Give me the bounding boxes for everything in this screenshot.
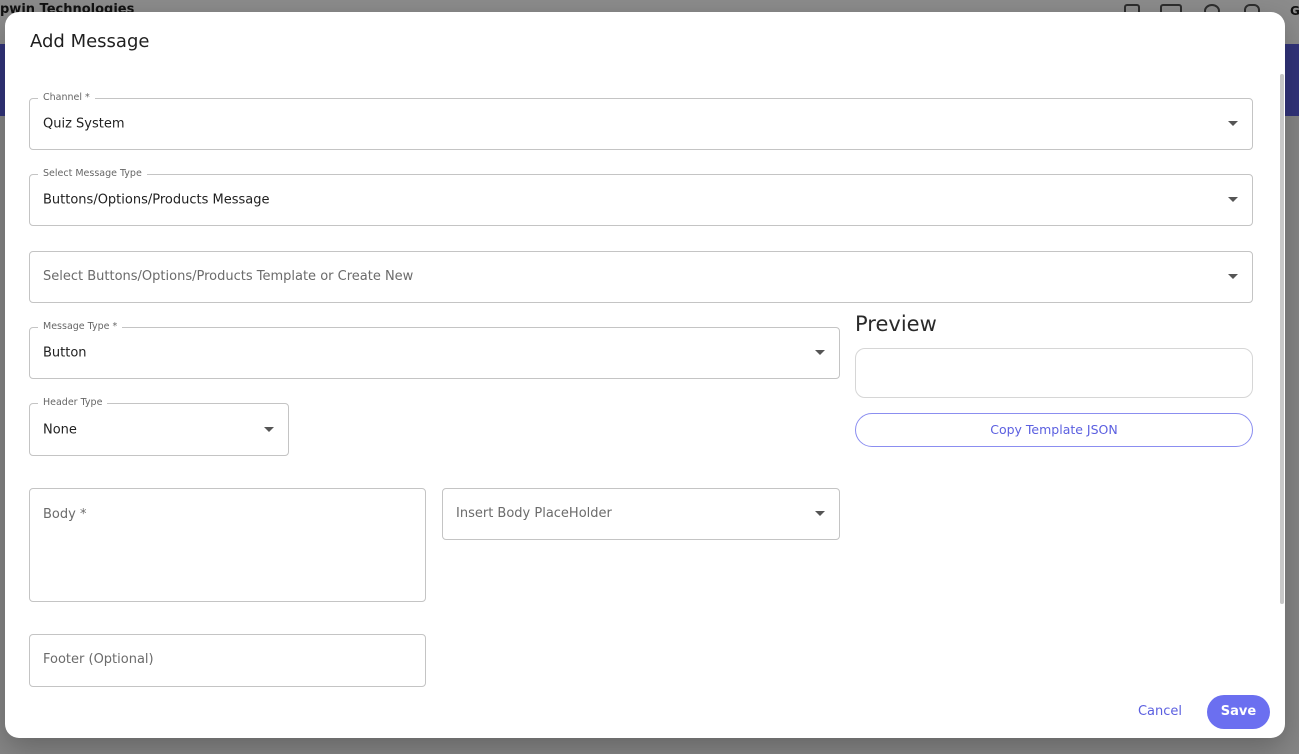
message-type-category-select[interactable]: Select Message Type Buttons/Options/Prod…: [29, 168, 1253, 226]
dropdown-caret-icon: [264, 426, 274, 432]
header-type-select[interactable]: Header Type None: [29, 397, 289, 456]
channel-value: Quiz System: [43, 116, 125, 132]
message-type-label: Message Type *: [38, 321, 123, 333]
dialog-scrollbar-thumb[interactable]: [1280, 74, 1284, 604]
footer-input[interactable]: Footer (Optional): [29, 634, 426, 687]
add-message-dialog: Add Message Channel * Quiz System Select…: [5, 12, 1285, 738]
message-type-select[interactable]: Message Type * Button: [29, 321, 840, 379]
insert-body-placeholder-select[interactable]: Insert Body PlaceHolder: [442, 488, 840, 540]
preview-title: Preview: [855, 312, 937, 336]
cancel-button[interactable]: Cancel: [1127, 698, 1193, 726]
dropdown-caret-icon: [1228, 274, 1238, 279]
message-type-value: Button: [43, 345, 87, 361]
insert-body-placeholder-text: Insert Body PlaceHolder: [456, 506, 612, 521]
save-button[interactable]: Save: [1207, 695, 1270, 729]
dropdown-caret-icon: [1228, 121, 1238, 126]
copy-template-json-button[interactable]: Copy Template JSON: [855, 413, 1253, 447]
body-textarea[interactable]: Body *: [29, 488, 426, 602]
channel-label: Channel *: [38, 92, 95, 104]
dropdown-caret-icon: [815, 511, 825, 516]
footer-placeholder: Footer (Optional): [43, 652, 154, 667]
message-type-category-value: Buttons/Options/Products Message: [43, 192, 270, 208]
body-placeholder: Body *: [43, 507, 87, 522]
dialog-title: Add Message: [30, 31, 150, 52]
template-select-placeholder: Select Buttons/Options/Products Template…: [43, 269, 414, 284]
dialog-scrollbar[interactable]: [1280, 74, 1284, 604]
preview-box: [855, 348, 1253, 398]
header-type-label: Header Type: [38, 397, 108, 409]
dropdown-caret-icon: [815, 350, 825, 355]
header-type-value: None: [43, 422, 77, 437]
message-type-category-label: Select Message Type: [38, 168, 147, 180]
dropdown-caret-icon: [1228, 197, 1238, 202]
channel-select[interactable]: Channel * Quiz System: [29, 92, 1253, 150]
template-select[interactable]: Select Buttons/Options/Products Template…: [29, 251, 1253, 303]
